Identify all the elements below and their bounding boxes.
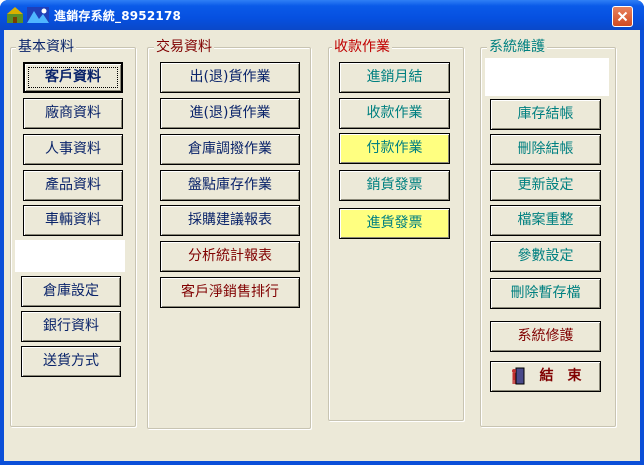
system-blank-panel <box>485 58 609 96</box>
warehouse-transfer-button[interactable]: 倉庫調撥作業 <box>160 134 300 165</box>
sales-invoice-button[interactable]: 銷貨發票 <box>339 170 450 201</box>
customer-data-button[interactable]: 客戶資料 <box>23 62 123 93</box>
group-payment-label: 收款作業 <box>332 39 392 55</box>
app-icon <box>7 7 23 23</box>
exit-button-label: 結 束 <box>539 368 582 384</box>
payment-button[interactable]: 付款作業 <box>339 133 450 164</box>
inventory-count-button[interactable]: 盤點庫存作業 <box>160 170 300 201</box>
customer-net-sales-ranking-button[interactable]: 客戶淨銷售排行 <box>160 277 300 308</box>
title-bar[interactable]: 進銷存系統_8952178 <box>0 0 644 30</box>
delete-temp-files-button[interactable]: 刪除暫存檔 <box>490 278 601 309</box>
exit-button[interactable]: 結 束 <box>490 361 601 392</box>
monthly-closing-button[interactable]: 進銷月結 <box>339 62 450 93</box>
shipment-return-button[interactable]: 出(退)貨作業 <box>160 62 300 93</box>
bank-data-button[interactable]: 銀行資料 <box>21 311 121 342</box>
vendor-data-button[interactable]: 廠商資料 <box>23 98 123 129</box>
delivery-method-button[interactable]: 送貨方式 <box>21 346 121 377</box>
group-basic-data-label: 基本資料 <box>16 39 76 55</box>
group-system-maintenance-label: 系統維護 <box>487 39 547 55</box>
vehicle-data-button[interactable]: 車輛資料 <box>23 205 123 236</box>
logo-icon <box>27 7 49 23</box>
file-reorganize-button[interactable]: 檔案重整 <box>490 205 601 236</box>
close-button[interactable] <box>612 6 633 27</box>
app-window: 進銷存系統_8952178 基本資料 客戶資料 廠商資料 人事資料 產品資料 車… <box>0 0 644 465</box>
parameter-settings-button[interactable]: 參數設定 <box>490 241 601 272</box>
group-trade-data-label: 交易資料 <box>154 39 214 55</box>
system-repair-button[interactable]: 系統修護 <box>490 321 601 352</box>
delete-closing-button[interactable]: 刪除結帳 <box>490 134 601 165</box>
purchase-suggestion-report-button[interactable]: 採購建議報表 <box>160 205 300 236</box>
warehouse-settings-button[interactable]: 倉庫設定 <box>21 276 121 307</box>
window-title: 進銷存系統_8952178 <box>54 9 182 23</box>
inventory-closing-button[interactable]: 庫存結帳 <box>490 99 601 130</box>
purchase-invoice-button[interactable]: 進貨發票 <box>339 208 450 239</box>
update-settings-button[interactable]: 更新設定 <box>490 170 601 201</box>
close-icon <box>617 11 628 22</box>
exit-door-icon <box>511 367 524 385</box>
analysis-report-button[interactable]: 分析統計報表 <box>160 241 300 272</box>
personnel-data-button[interactable]: 人事資料 <box>23 134 123 165</box>
purchase-return-button[interactable]: 進(退)貨作業 <box>160 98 300 129</box>
basic-data-blank-panel <box>15 240 125 272</box>
product-data-button[interactable]: 產品資料 <box>23 170 123 201</box>
client-area: 基本資料 客戶資料 廠商資料 人事資料 產品資料 車輛資料 倉庫設定 銀行資料 … <box>4 30 640 461</box>
collection-button[interactable]: 收款作業 <box>339 98 450 129</box>
